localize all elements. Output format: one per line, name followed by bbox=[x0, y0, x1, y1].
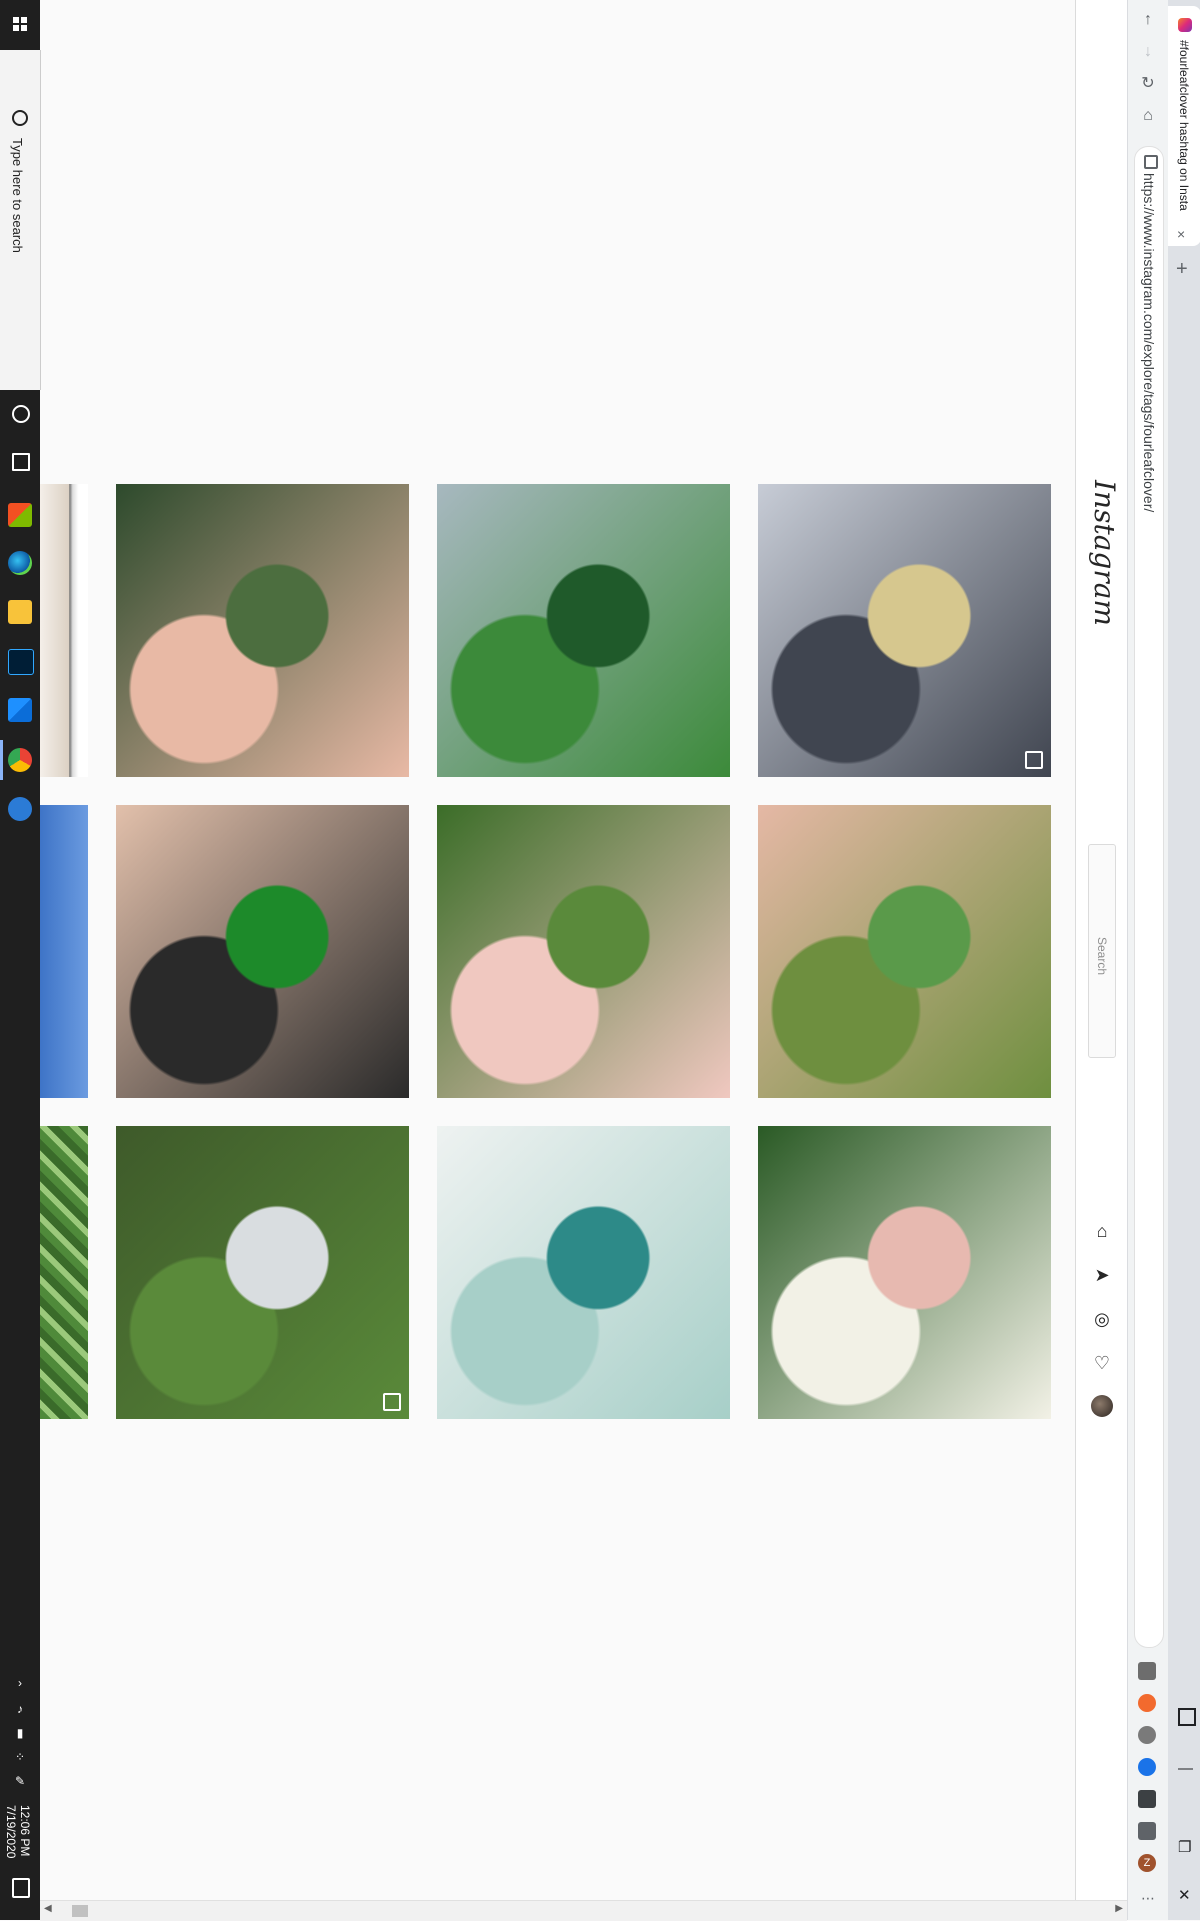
post-partial-row3[interactable] bbox=[40, 1126, 88, 1419]
instagram-header: Instagram Search ⌂ ➤ ◎ ♡ bbox=[1075, 0, 1128, 1920]
instagram-search-placeholder: Search bbox=[1095, 937, 1109, 976]
visual-studio-icon[interactable] bbox=[8, 698, 32, 722]
active-app-indicator bbox=[0, 740, 3, 780]
chevron-up-icon[interactable]: › bbox=[12, 1676, 28, 1690]
search-icon bbox=[12, 110, 28, 126]
scrollbar-thumb[interactable] bbox=[72, 1905, 88, 1917]
home-icon[interactable]: ⌂ bbox=[1091, 1220, 1113, 1242]
post-clover-bracelet[interactable] bbox=[758, 484, 1051, 777]
extension-gray-icon[interactable] bbox=[1138, 1726, 1156, 1744]
profile-z-icon[interactable]: Z bbox=[1138, 1854, 1156, 1872]
tab-close-icon[interactable]: × bbox=[1177, 226, 1185, 242]
post-partial-row1[interactable] bbox=[40, 484, 88, 777]
post-clover-painted-nails[interactable] bbox=[758, 805, 1051, 1098]
edge-icon[interactable] bbox=[8, 551, 32, 575]
address-url: https://www.instagram.com/explore/tags/f… bbox=[1141, 173, 1157, 513]
new-tab-button[interactable]: + bbox=[1176, 258, 1188, 281]
carousel-icon bbox=[1025, 751, 1043, 769]
battery-icon[interactable]: ▮ bbox=[12, 1726, 28, 1740]
instagram-favicon-icon bbox=[1178, 18, 1192, 32]
reload-icon[interactable]: ↻ bbox=[1136, 72, 1160, 96]
task-view-icon[interactable] bbox=[12, 453, 30, 471]
network-icon[interactable]: ⁘ bbox=[12, 1750, 28, 1764]
address-bar[interactable]: https://www.instagram.com/explore/tags/f… bbox=[1134, 146, 1164, 1648]
puzzle-icon[interactable] bbox=[1138, 1822, 1156, 1840]
settings-icon[interactable] bbox=[8, 797, 32, 821]
close-window-button[interactable]: ✕ bbox=[1178, 1886, 1191, 1904]
instagram-logo[interactable]: Instagram bbox=[1088, 480, 1121, 626]
restore-button[interactable]: ❐ bbox=[1178, 1838, 1191, 1856]
extension-green-icon[interactable] bbox=[1138, 1790, 1156, 1808]
browser-toolbar: ↑ ↓ ↻ ⌂ https://www.instagram.com/explor… bbox=[1127, 0, 1200, 1920]
notification-center-icon[interactable] bbox=[12, 1878, 30, 1898]
microsoft-store-icon[interactable] bbox=[8, 503, 32, 527]
extension-blue-icon[interactable] bbox=[1138, 1758, 1156, 1776]
post-clover-on-granite[interactable] bbox=[437, 484, 730, 777]
post-palm-big-clover[interactable] bbox=[116, 805, 409, 1098]
scroll-left-icon[interactable]: ◀ bbox=[44, 1903, 52, 1914]
post-bushy-clover-sky[interactable] bbox=[116, 1126, 409, 1419]
file-explorer-icon[interactable] bbox=[8, 600, 32, 624]
direct-icon[interactable]: ➤ bbox=[1091, 1264, 1113, 1286]
tab-search-icon[interactable] bbox=[1178, 1708, 1196, 1726]
chrome-icon[interactable] bbox=[8, 748, 32, 772]
post-hand-small-clover[interactable] bbox=[116, 484, 409, 777]
taskbar-search-box[interactable]: Type here to search bbox=[0, 50, 41, 390]
post-teal-cards-hand[interactable] bbox=[437, 1126, 730, 1419]
clock-time: 12:06 PM bbox=[18, 1805, 32, 1857]
grammarly-icon[interactable] bbox=[1138, 1662, 1156, 1680]
windows-start-icon[interactable] bbox=[6, 10, 34, 38]
back-icon[interactable]: ↑ bbox=[1136, 8, 1160, 32]
post-clover-field-hand[interactable] bbox=[758, 1126, 1051, 1419]
taskbar-search-placeholder: Type here to search bbox=[10, 138, 25, 253]
volume-icon[interactable]: ♪ bbox=[12, 1702, 28, 1716]
minimize-button[interactable]: — bbox=[1178, 1760, 1193, 1777]
post-fingers-clover-grass[interactable] bbox=[437, 805, 730, 1098]
horizontal-scrollbar[interactable]: ◀ ▶ bbox=[40, 1900, 1127, 1921]
home-button-icon[interactable]: ⌂ bbox=[1136, 104, 1160, 128]
taskbar-clock[interactable]: 12:06 PM 7/19/2020 bbox=[4, 1805, 32, 1858]
scroll-right-icon[interactable]: ▶ bbox=[1115, 1903, 1123, 1914]
photoshop-icon[interactable] bbox=[8, 649, 34, 675]
carousel-icon bbox=[383, 1393, 401, 1411]
cortana-icon[interactable] bbox=[12, 405, 30, 423]
tab-title: #fourleafclover hashtag on Insta bbox=[1177, 40, 1191, 211]
windows-taskbar: Type here to search › ♪ ▮ ⁘ ✎ 12:06 PM 7… bbox=[0, 0, 41, 1920]
lock-icon bbox=[1144, 155, 1158, 169]
tab-instagram[interactable]: #fourleafclover hashtag on Insta × bbox=[1168, 6, 1200, 246]
pen-icon[interactable]: ✎ bbox=[12, 1774, 28, 1788]
explore-icon[interactable]: ◎ bbox=[1091, 1308, 1113, 1330]
post-partial-row2[interactable] bbox=[40, 805, 88, 1098]
activity-heart-icon[interactable]: ♡ bbox=[1091, 1352, 1113, 1374]
instagram-search-input[interactable]: Search bbox=[1088, 844, 1116, 1058]
forward-icon[interactable]: ↓ bbox=[1136, 40, 1160, 64]
profile-avatar[interactable] bbox=[1091, 1395, 1113, 1417]
tab-strip: #fourleafclover hashtag on Insta × + — ❐… bbox=[1168, 0, 1200, 1920]
clock-date: 7/19/2020 bbox=[4, 1805, 18, 1859]
menu-icon[interactable]: ⋯ bbox=[1136, 1886, 1160, 1910]
extension-orange-icon[interactable] bbox=[1138, 1694, 1156, 1712]
